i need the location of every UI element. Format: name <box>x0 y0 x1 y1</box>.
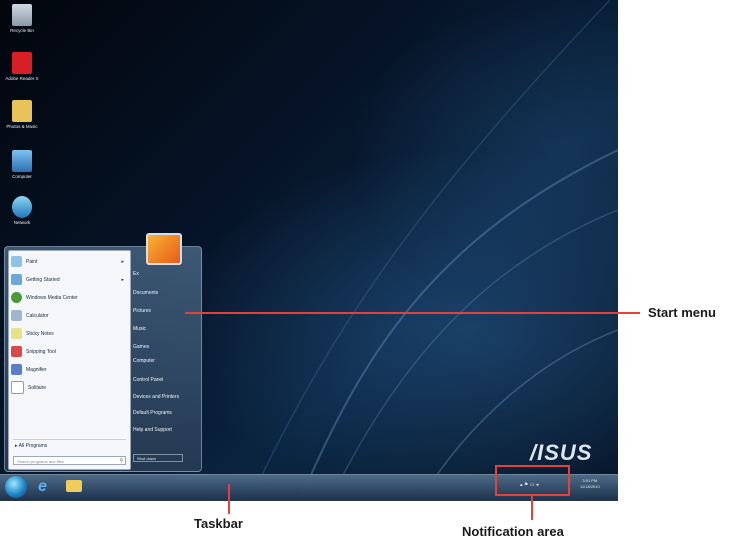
paint-icon <box>11 256 22 267</box>
calculator-icon <box>11 310 22 321</box>
media-center-icon <box>11 292 22 303</box>
start-search-input[interactable]: Search programs and files ⚲ <box>13 456 126 465</box>
all-programs-arrow-icon: ▸ <box>15 443 18 449</box>
shutdown-button[interactable]: Shut down <box>133 454 183 462</box>
start-right-item-pictures[interactable]: Pictures <box>133 308 151 314</box>
start-program-magnifier[interactable]: Magnifier <box>11 362 128 377</box>
notification-area-callout-label: Notification area <box>462 524 564 539</box>
folder-icon <box>12 100 32 122</box>
start-program-paint[interactable]: Paint ▸ <box>11 254 128 269</box>
getting-started-icon <box>11 274 22 285</box>
programs-separator <box>13 439 126 440</box>
solitaire-icon <box>11 381 24 394</box>
taskbar-callout-line <box>228 484 230 514</box>
taskbar-clock[interactable]: 3:01 PM 11/18/2010 <box>580 478 600 490</box>
desktop-icon-adobe-reader[interactable]: Adobe Reader X <box>2 52 42 81</box>
start-right-item-control-panel[interactable]: Control Panel <box>133 377 163 383</box>
start-program-getting-started[interactable]: Getting Started ▸ <box>11 272 128 287</box>
recycle-bin-icon <box>12 4 32 26</box>
user-account-picture[interactable] <box>146 233 182 265</box>
start-right-item-documents[interactable]: Documents <box>133 290 158 296</box>
start-menu-programs-pane: Paint ▸ Getting Started ▸ Windows Media … <box>8 250 131 470</box>
desktop-icon-network[interactable]: Network <box>2 196 42 225</box>
internet-explorer-taskbar-icon[interactable]: e <box>38 478 47 496</box>
asus-logo: /ISUS <box>530 440 593 465</box>
network-icon <box>12 196 32 218</box>
all-programs-link[interactable]: ▸ All Programs <box>15 443 47 449</box>
adobe-reader-icon <box>12 52 32 74</box>
start-right-item-computer[interactable]: Computer <box>133 358 155 364</box>
start-right-item-user[interactable]: Ex <box>133 271 139 277</box>
sticky-notes-icon <box>11 328 22 339</box>
magnifier-icon <box>11 364 22 375</box>
notification-callout-line <box>531 496 533 520</box>
start-right-item-games[interactable]: Games <box>133 344 149 350</box>
desktop-icon-photos-music[interactable]: Photos & Music <box>2 100 42 129</box>
start-program-solitaire[interactable]: Solitaire <box>11 380 128 395</box>
start-menu-callout-line <box>185 312 640 314</box>
windows-explorer-taskbar-icon[interactable] <box>66 480 82 492</box>
start-program-sticky-notes[interactable]: Sticky Notes <box>11 326 128 341</box>
submenu-arrow-icon: ▸ <box>121 258 124 265</box>
desktop-icon-recycle-bin[interactable]: Recycle Bin <box>2 4 42 33</box>
submenu-arrow-icon: ▸ <box>121 276 124 283</box>
start-right-item-default-programs[interactable]: Default Programs <box>133 410 172 416</box>
search-icon: ⚲ <box>119 458 123 464</box>
notification-area-highlight <box>495 465 570 496</box>
computer-icon <box>12 150 32 172</box>
start-program-media-center[interactable]: Windows Media Center <box>11 290 128 305</box>
start-menu-callout-label: Start menu <box>648 305 716 320</box>
start-program-snipping-tool[interactable]: Snipping Tool <box>11 344 128 359</box>
start-program-calculator[interactable]: Calculator <box>11 308 128 323</box>
start-button[interactable] <box>5 476 27 498</box>
snipping-tool-icon <box>11 346 22 357</box>
start-right-item-devices-printers[interactable]: Devices and Printers <box>133 394 179 400</box>
taskbar-callout-label: Taskbar <box>194 516 243 531</box>
start-right-item-help-support[interactable]: Help and Support <box>133 427 172 433</box>
start-menu: Paint ▸ Getting Started ▸ Windows Media … <box>4 246 202 472</box>
desktop-icon-computer[interactable]: Computer <box>2 150 42 179</box>
start-right-item-music[interactable]: Music <box>133 326 146 332</box>
